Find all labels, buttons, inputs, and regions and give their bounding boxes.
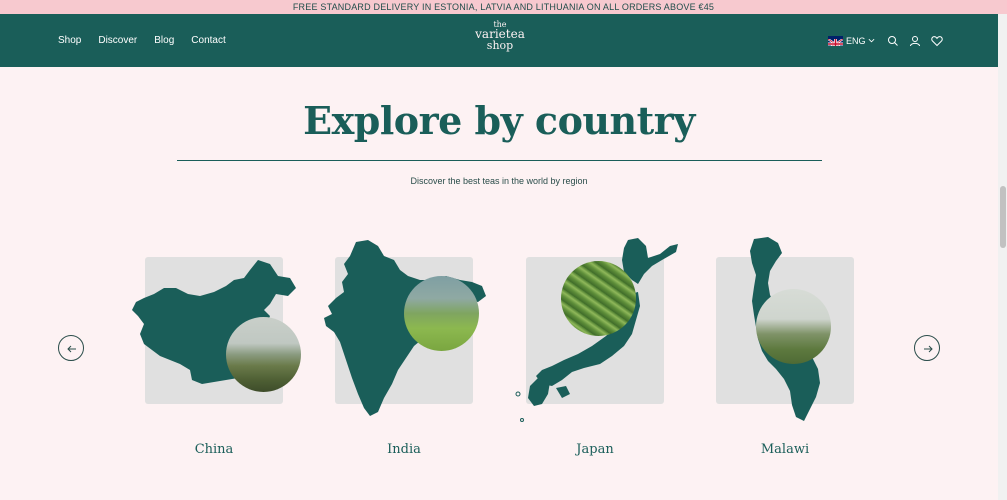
language-selector[interactable]: ENG xyxy=(846,36,866,46)
site-header: Shop Discover Blog Contact the varietea … xyxy=(0,14,998,67)
nav-shop[interactable]: Shop xyxy=(58,35,81,46)
header-actions: ENG xyxy=(828,14,953,67)
nav-blog[interactable]: Blog xyxy=(154,35,174,46)
title-divider xyxy=(177,160,822,161)
country-name[interactable]: China xyxy=(145,442,283,457)
japan-tea-photo xyxy=(561,261,636,336)
chevron-down-icon[interactable] xyxy=(868,37,875,44)
search-icon[interactable] xyxy=(887,35,899,47)
country-name[interactable]: Malawi xyxy=(716,442,854,457)
arrow-right-icon xyxy=(924,345,933,353)
main-nav: Shop Discover Blog Contact xyxy=(58,14,226,67)
arrow-left-icon xyxy=(67,345,76,353)
site-logo[interactable]: the varietea shop xyxy=(472,20,528,62)
user-icon[interactable] xyxy=(909,35,921,47)
scrollbar-thumb[interactable] xyxy=(1000,186,1006,248)
china-tea-photo xyxy=(226,317,301,392)
carousel-next-button[interactable] xyxy=(914,335,940,361)
carousel-prev-button[interactable] xyxy=(58,335,84,361)
logo-line-3: shop xyxy=(486,39,514,52)
nav-contact[interactable]: Contact xyxy=(191,35,225,46)
country-name[interactable]: Japan xyxy=(526,442,664,457)
india-tea-photo xyxy=(404,276,479,351)
promo-text: FREE STANDARD DELIVERY IN ESTONIA, LATVI… xyxy=(292,2,715,12)
section-subtitle: Discover the best teas in the world by r… xyxy=(410,176,588,186)
section-title: Explore by country xyxy=(303,98,695,143)
nav-discover[interactable]: Discover xyxy=(98,35,137,46)
malawi-tea-photo xyxy=(756,289,831,364)
promo-bar: FREE STANDARD DELIVERY IN ESTONIA, LATVI… xyxy=(0,0,1007,14)
scrollbar-track[interactable] xyxy=(998,14,1007,500)
country-name[interactable]: India xyxy=(335,442,473,457)
uk-flag-icon[interactable] xyxy=(828,35,843,46)
heart-icon[interactable] xyxy=(930,35,943,47)
